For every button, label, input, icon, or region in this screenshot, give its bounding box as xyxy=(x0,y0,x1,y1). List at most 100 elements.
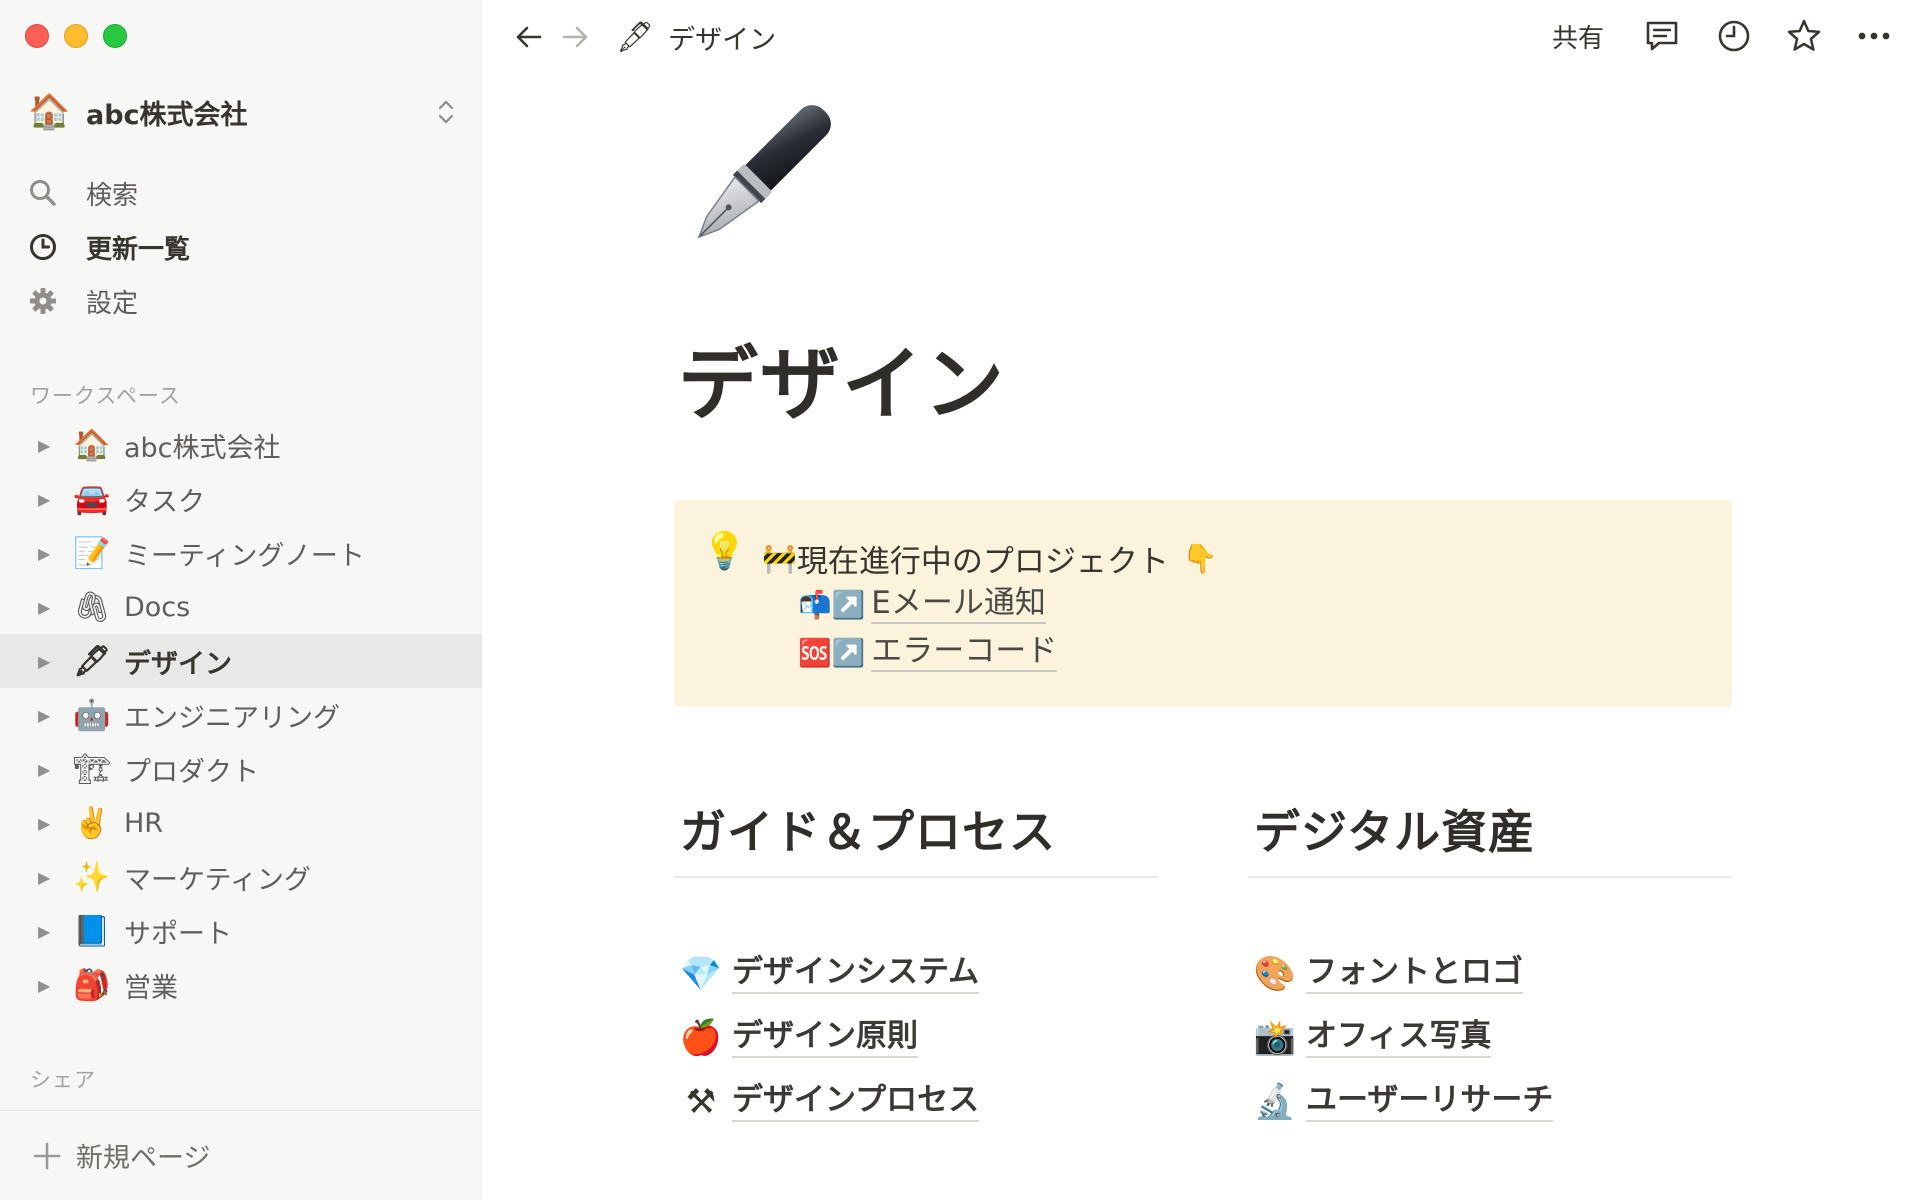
link-text[interactable]: デザイン原則 xyxy=(732,1018,918,1058)
page-title[interactable]: デザイン xyxy=(678,320,1006,436)
workspace-icon: 🏠 xyxy=(28,92,71,132)
expand-triangle-icon[interactable]: ▶ xyxy=(38,436,60,455)
sidebar-item-label: 検索 xyxy=(86,180,139,211)
expand-triangle-icon[interactable]: ▶ xyxy=(38,760,60,779)
sidebar-item-label: 営業 xyxy=(124,972,178,1004)
workspace-switcher[interactable]: 🏠 abc株式会社 xyxy=(28,88,458,136)
column-divider xyxy=(1248,876,1732,878)
expand-triangle-icon[interactable]: ▶ xyxy=(38,922,60,941)
zoom-window-button[interactable] xyxy=(103,24,127,48)
sidebar-item-updates[interactable]: 更新一覧 xyxy=(28,220,458,274)
page-emoji-icon: 🖋 xyxy=(72,643,112,679)
sidebar-item-label: Docs xyxy=(124,591,191,623)
sidebar-item-engineering[interactable]: ▶ 🤖 エンジニアリング xyxy=(0,688,482,742)
history-clock-icon[interactable] xyxy=(1714,16,1754,56)
apple-icon: 🍎 xyxy=(679,1018,723,1058)
more-icon[interactable] xyxy=(1854,16,1894,56)
link-text[interactable]: エラーコード xyxy=(871,633,1058,672)
sidebar-divider xyxy=(0,1110,482,1111)
link-text[interactable]: オフィス写真 xyxy=(1306,1018,1492,1058)
share-button[interactable]: 共有 xyxy=(1552,18,1604,55)
sidebar-item-label: HR xyxy=(124,807,164,839)
page-emoji-icon: 🤖 xyxy=(73,697,111,733)
expand-triangle-icon[interactable]: ▶ xyxy=(38,652,60,671)
page-emoji-icon: 📘 xyxy=(73,913,111,949)
callout-link-email[interactable]: 📬↗️ Eメール通知 xyxy=(798,585,1046,624)
sidebar-item-abc[interactable]: ▶ 🏠 abc株式会社 xyxy=(0,418,482,472)
clock-icon xyxy=(30,234,56,260)
sidebar-item-label: ミーティングノート xyxy=(124,540,365,572)
close-window-button[interactable] xyxy=(25,24,49,48)
link-text[interactable]: フォントとロゴ xyxy=(1306,954,1523,994)
minimize-window-button[interactable] xyxy=(64,24,88,48)
chevron-up-down-icon xyxy=(438,100,454,124)
sidebar-item-hr[interactable]: ▶ ✌️ HR xyxy=(0,796,482,850)
sidebar-item-label: 更新一覧 xyxy=(86,234,191,265)
sidebar-item-settings[interactable]: 設定 xyxy=(28,274,458,328)
window-controls xyxy=(25,24,127,48)
gem-icon: 💎 xyxy=(679,954,723,994)
lightbulb-icon: 💡 xyxy=(702,531,747,572)
page-emoji-icon: ✨ xyxy=(73,859,111,895)
callout-heading-text: 現在進行中のプロジェクト xyxy=(796,544,1169,580)
workspace-section-label: ワークスペース xyxy=(30,384,181,408)
column-heading-guides[interactable]: ガイド＆プロセス xyxy=(680,796,1056,862)
sidebar-item-meeting-notes[interactable]: ▶ 📝 ミーティングノート xyxy=(0,526,482,580)
page-emoji-icon: ✌️ xyxy=(73,805,111,841)
sidebar-item-sales[interactable]: ▶ 🎒 営業 xyxy=(0,958,482,1012)
sidebar-item-support[interactable]: ▶ 📘 サポート xyxy=(0,904,482,958)
sidebar-item-search[interactable]: 検索 xyxy=(28,166,458,220)
page-emoji-icon: 🎒 xyxy=(73,967,111,1003)
gear-icon xyxy=(30,288,56,314)
search-icon xyxy=(30,180,56,206)
expand-triangle-icon[interactable]: ▶ xyxy=(38,490,60,509)
page-emoji-icon: 📝 xyxy=(73,535,111,571)
sidebar-item-product[interactable]: ▶ 🏗 プロダクト xyxy=(0,742,482,796)
expand-triangle-icon[interactable]: ▶ xyxy=(38,544,60,563)
link-text[interactable]: デザインシステム xyxy=(732,954,980,994)
expand-triangle-icon[interactable]: ▶ xyxy=(38,868,60,887)
topbar: 🖋 デザイン 共有 xyxy=(482,0,1920,72)
page-link-fonts-logos[interactable]: 🎨 フォントとロゴ xyxy=(1252,954,1523,994)
link-text[interactable]: ユーザーリサーチ xyxy=(1306,1082,1554,1122)
expand-triangle-icon[interactable]: ▶ xyxy=(38,706,60,725)
breadcrumb[interactable]: 🖋 デザイン xyxy=(616,18,776,57)
fountain-pen-icon: 🖋 xyxy=(616,20,655,55)
link-text[interactable]: Eメール通知 xyxy=(871,585,1046,624)
mailbox-link-icon: 📬↗️ xyxy=(798,589,866,621)
sidebar: 🏠 abc株式会社 検索 更新一覧 設定 ワークスペース ▶ 🏠 abc株式会社… xyxy=(0,0,482,1200)
shared-section-label: シェア xyxy=(30,1068,96,1092)
camera-flash-icon: 📸 xyxy=(1253,1018,1297,1058)
new-page-button[interactable]: 新規ページ xyxy=(32,1136,210,1175)
page-link-user-research[interactable]: 🔬 ユーザーリサーチ xyxy=(1252,1082,1554,1122)
page-link-design-system[interactable]: 💎 デザインシステム xyxy=(678,954,980,994)
sidebar-item-label: デザイン xyxy=(124,648,232,680)
fountain-pen-page-icon[interactable] xyxy=(674,92,844,262)
hammer-pick-icon: ⚒ xyxy=(685,1082,717,1122)
link-text[interactable]: デザインプロセス xyxy=(732,1082,980,1122)
page-link-design-principles[interactable]: 🍎 デザイン原則 xyxy=(678,1018,918,1058)
page-tree: ▶ 🏠 abc株式会社 ▶ 🚘 タスク ▶ 📝 ミーティングノート ▶ 🖇 Do… xyxy=(0,418,482,1012)
sidebar-item-design[interactable]: ▶ 🖋 デザイン xyxy=(0,634,482,688)
sidebar-item-tasks[interactable]: ▶ 🚘 タスク xyxy=(0,472,482,526)
star-icon[interactable] xyxy=(1784,16,1824,56)
back-arrow-icon[interactable] xyxy=(512,20,546,54)
page-link-office-photos[interactable]: 📸 オフィス写真 xyxy=(1252,1018,1492,1058)
page-link-design-process[interactable]: ⚒ デザインプロセス xyxy=(678,1082,980,1122)
expand-triangle-icon[interactable]: ▶ xyxy=(38,598,60,617)
sidebar-item-label: abc株式会社 xyxy=(124,432,281,464)
comment-icon[interactable] xyxy=(1642,16,1682,56)
column-divider xyxy=(674,876,1158,878)
expand-triangle-icon[interactable]: ▶ xyxy=(38,814,60,833)
sidebar-item-label: サポート xyxy=(124,918,232,950)
expand-triangle-icon[interactable]: ▶ xyxy=(38,976,60,995)
sidebar-item-docs[interactable]: ▶ 🖇 Docs xyxy=(0,580,482,634)
breadcrumb-title: デザイン xyxy=(668,25,777,56)
forward-arrow-icon[interactable] xyxy=(558,20,592,54)
plus-icon xyxy=(33,1142,61,1169)
callout-link-error-codes[interactable]: 🆘↗️ エラーコード xyxy=(798,633,1058,672)
column-heading-digital-assets[interactable]: デジタル資産 xyxy=(1254,796,1535,862)
callout-heading: 🚧 現在進行中のプロジェクト 👇 xyxy=(762,536,1218,581)
callout-block[interactable]: 💡 🚧 現在進行中のプロジェクト 👇 📬↗️ Eメール通知 🆘↗️ エラーコード xyxy=(674,500,1732,707)
sidebar-item-marketing[interactable]: ▶ ✨ マーケティング xyxy=(0,850,482,904)
